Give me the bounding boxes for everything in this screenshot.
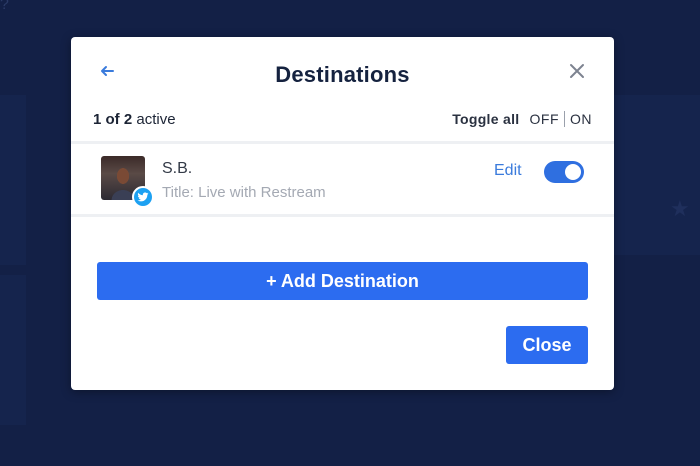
destination-name: S.B. <box>162 160 193 177</box>
destination-row: S.B. Title: Live with Restream Edit <box>71 141 614 217</box>
help-icon: ? <box>0 0 9 13</box>
background-panel-left-lower <box>0 275 26 425</box>
active-count-suffix: active <box>132 111 176 128</box>
destinations-modal: Destinations 1 of 2 active Toggle all OF… <box>71 37 614 390</box>
toggle-all-off[interactable]: OFF <box>530 111 560 127</box>
toggle-knob <box>565 164 581 180</box>
toggle-all-on[interactable]: ON <box>570 111 592 127</box>
close-button[interactable]: Close <box>506 326 588 364</box>
close-modal-button[interactable] <box>567 62 587 82</box>
edit-destination-link[interactable]: Edit <box>494 162 522 180</box>
close-icon <box>570 64 584 78</box>
add-destination-button[interactable]: + Add Destination <box>97 262 588 300</box>
toggle-all-control: Toggle all OFF ON <box>452 111 592 127</box>
background-panel-right <box>612 95 700 255</box>
twitter-icon <box>132 186 154 208</box>
destination-title: Title: Live with Restream <box>162 184 326 201</box>
star-icon: ★ <box>670 196 690 221</box>
active-count-value: 1 of 2 <box>93 111 133 128</box>
background-panel-left <box>0 95 26 265</box>
toggle-divider <box>564 111 565 127</box>
toggle-all-label: Toggle all <box>452 111 520 127</box>
active-count: 1 of 2 active <box>93 111 176 128</box>
destination-toggle[interactable] <box>544 161 584 183</box>
modal-title: Destinations <box>275 62 410 87</box>
